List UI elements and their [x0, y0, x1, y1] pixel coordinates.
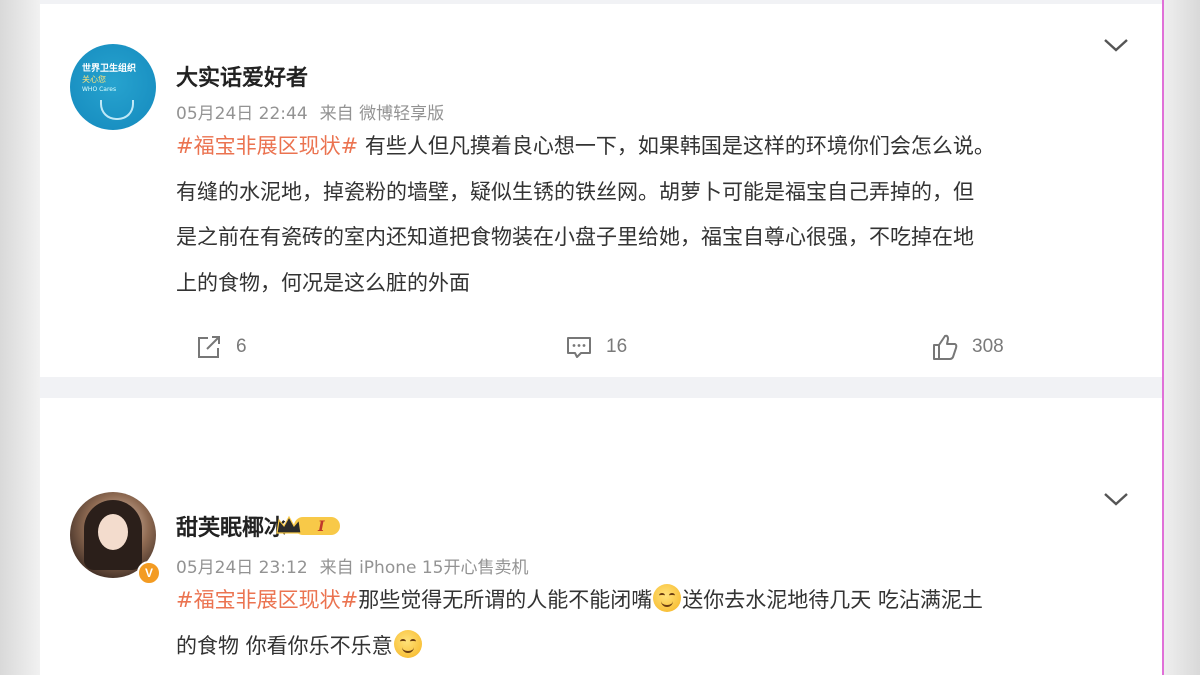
comment-card: V 甜芙眠椰冰 I 05月24日 23:12 来自 iPhone 15开心售卖机 … — [40, 398, 1164, 675]
avatar-text-line-1: 世界卫生组织 — [82, 64, 137, 74]
post-line-3: 是之前在有瓷砖的室内还知道把食物装在小盘子里给她，福宝自尊心很强，不吃掉在地 — [176, 225, 974, 249]
comment-icon — [567, 337, 591, 358]
post-meta: 05月24日 22:44 来自 微博轻享版 — [176, 99, 444, 124]
post-line-2: 有缝的水泥地，掉瓷粉的墙壁，疑似生锈的铁丝网。胡萝卜可能是福宝自己弄掉的，但 — [176, 179, 974, 204]
post-author-avatar[interactable]: 世界卫生组织 关心您 WHO Cares — [70, 44, 156, 130]
chevron-down-icon[interactable] — [1102, 490, 1130, 508]
repost-button[interactable]: 6 — [194, 330, 247, 364]
hands-icon — [100, 100, 134, 120]
comment-content: #福宝非展区现状#那些觉得无所谓的人能不能闭嘴 送你去水泥地待几天 吃沾满泥土 的… — [176, 578, 1136, 669]
repost-count: 6 — [236, 336, 247, 357]
like-count: 308 — [972, 336, 1004, 357]
edge-divider — [1162, 0, 1164, 675]
comment-text-2: 送你去水泥地待几天 吃沾满泥土 — [682, 588, 983, 612]
smile-emoji-icon — [653, 584, 682, 612]
chevron-down-icon[interactable] — [1102, 36, 1130, 54]
comment-text-3: 的食物 你看你乐不乐意 — [176, 633, 393, 658]
thumbs-up-icon — [933, 334, 958, 360]
smile-emoji-icon — [393, 629, 422, 658]
avatar-text-line-3: WHO Cares — [82, 86, 117, 93]
share-icon — [198, 336, 220, 358]
post-text-1: 有些人但凡摸着良心想一下，如果韩国是这样的环境你们会怎么说。 — [358, 134, 995, 158]
post-source: 来自 微博轻享版 — [319, 104, 445, 124]
post-line-4: 上的食物，何况是这么脏的外面 — [176, 270, 470, 295]
comment-meta: 05月24日 23:12 来自 iPhone 15开心售卖机 — [176, 553, 529, 578]
verified-badge-icon: V — [137, 561, 161, 585]
post-line-1: #福宝非展区现状# 有些人但凡摸着良心想一下，如果韩国是这样的环境你们会怎么说。 — [176, 124, 1136, 170]
avatar-text-line-2: 关心您 — [82, 75, 106, 84]
post-timestamp[interactable]: 05月24日 22:44 — [176, 104, 308, 124]
level-badge-text: I — [317, 519, 325, 535]
like-button[interactable]: 308 — [930, 330, 1004, 364]
commenter-name[interactable]: 甜芙眠椰冰 — [176, 510, 286, 542]
comment-line-2: 的食物 你看你乐不乐意 — [176, 624, 1136, 670]
post-author-name[interactable]: 大实话爱好者 — [176, 60, 308, 92]
comment-button[interactable]: 16 — [564, 330, 627, 364]
post-hashtag[interactable]: #福宝非展区现状# — [176, 134, 358, 158]
comment-timestamp[interactable]: 05月24日 23:12 — [176, 558, 308, 578]
post-content: #福宝非展区现状# 有些人但凡摸着良心想一下，如果韩国是这样的环境你们会怎么说。… — [176, 124, 1136, 306]
avatar-face — [98, 514, 128, 550]
weibo-feed: 世界卫生组织 关心您 WHO Cares 大实话爱好者 05月24日 22:44… — [40, 0, 1164, 675]
post-card: 世界卫生组织 关心您 WHO Cares 大实话爱好者 05月24日 22:44… — [40, 4, 1164, 377]
crown-level-badge-icon[interactable]: I — [274, 513, 344, 539]
comment-source: 来自 iPhone 15开心售卖机 — [319, 558, 529, 578]
comment-text-1: 那些觉得无所谓的人能不能闭嘴 — [358, 588, 653, 612]
comment-count: 16 — [606, 336, 628, 357]
comment-line-1: #福宝非展区现状#那些觉得无所谓的人能不能闭嘴 送你去水泥地待几天 吃沾满泥土 — [176, 578, 1136, 624]
comment-hashtag[interactable]: #福宝非展区现状# — [176, 588, 358, 612]
